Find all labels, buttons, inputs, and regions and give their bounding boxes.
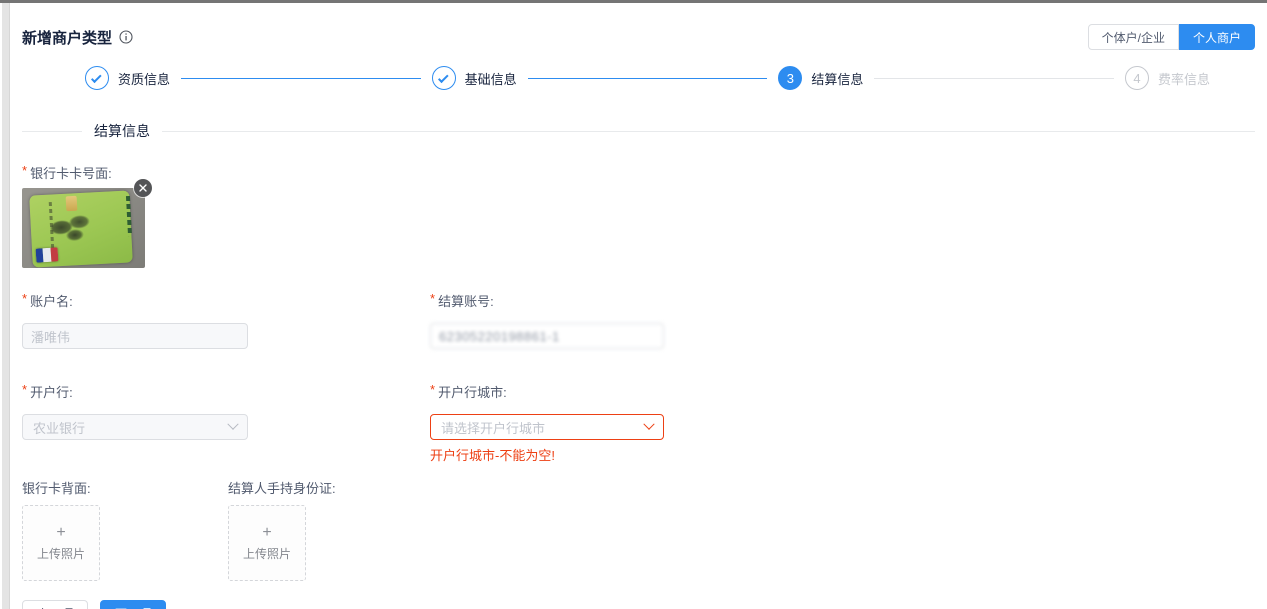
collapsed-sidebar-strip xyxy=(2,3,10,609)
field-bank: * 开户行: 农业银行 xyxy=(22,382,430,464)
account-name-label: * 账户名: xyxy=(22,291,430,310)
bank-card-back-label: 银行卡背面: xyxy=(22,478,228,497)
step-1-check-icon xyxy=(85,66,109,90)
page-header: 新增商户类型 个体户/企业 个人商户 xyxy=(22,24,1255,50)
plus-icon: + xyxy=(262,525,271,541)
next-step-button[interactable]: 下一项 xyxy=(100,600,166,609)
field-bank-card-back: 银行卡背面: + 上传照片 xyxy=(22,478,228,581)
bank-city-error-message: 开户行城市-不能为空! xyxy=(430,445,1030,464)
settler-id-photo-label: 结算人手持身份证: xyxy=(228,478,434,497)
upload-photo-label: 上传照片 xyxy=(37,545,85,562)
field-bank-city: * 开户行城市: 请选择开户行城市 开户行城市-不能为空! xyxy=(430,382,1030,464)
page-title: 新增商户类型 xyxy=(22,27,133,48)
merchant-form-page: 新增商户类型 个体户/企业 个人商户 资质信息 基础信息 xyxy=(0,0,1267,609)
settlement-account-input[interactable] xyxy=(430,323,664,349)
settlement-account-label: * 结算账号: xyxy=(430,291,1030,310)
steps-bar: 资质信息 基础信息 3 结算信息 4 费率信息 xyxy=(85,65,1210,91)
bank-city-label: * 开户行城市: xyxy=(430,382,1030,401)
bank-select: 农业银行 xyxy=(22,414,248,440)
step-connector-2 xyxy=(528,78,768,79)
toggle-personal-merchant-button[interactable]: 个人商户 xyxy=(1179,24,1255,50)
step-connector-1 xyxy=(181,78,421,79)
upload-photo-label: 上传照片 xyxy=(243,545,291,562)
step-2-label: 基础信息 xyxy=(465,69,517,88)
settler-id-photo-upload[interactable]: + 上传照片 xyxy=(228,505,306,581)
field-settlement-account: * 结算账号: xyxy=(430,291,1030,349)
field-settler-id-photo: 结算人手持身份证: + 上传照片 xyxy=(228,478,434,581)
bank-label: * 开户行: xyxy=(22,382,430,401)
info-icon[interactable] xyxy=(119,30,133,44)
unionpay-logo xyxy=(36,247,59,263)
step-settlement-info: 3 结算信息 xyxy=(778,66,1125,90)
bank-card-back-upload[interactable]: + 上传照片 xyxy=(22,505,100,581)
bank-city-placeholder: 请选择开户行城市 xyxy=(441,418,545,437)
step-1-label: 资质信息 xyxy=(118,69,170,88)
field-bank-card-front: * 银行卡卡号面: xyxy=(22,163,1255,268)
chevron-down-icon xyxy=(227,419,238,430)
step-qualification-info: 资质信息 xyxy=(85,66,432,90)
step-2-check-icon xyxy=(432,66,456,90)
step-4-number: 4 xyxy=(1125,66,1149,90)
page-title-text: 新增商户类型 xyxy=(22,27,112,48)
section-title: 结算信息 xyxy=(82,121,162,141)
previous-step-button[interactable]: 上一项 xyxy=(22,600,88,609)
step-rate-info: 4 费率信息 xyxy=(1125,66,1210,90)
bank-select-value: 农业银行 xyxy=(33,418,85,437)
bank-card-front-label: * 银行卡卡号面: xyxy=(22,163,1255,182)
required-mark: * xyxy=(22,163,27,179)
remove-image-icon[interactable] xyxy=(134,179,152,197)
bank-city-select[interactable]: 请选择开户行城市 xyxy=(430,414,664,440)
step-basic-info: 基础信息 xyxy=(432,66,779,90)
toggle-individual-enterprise-button[interactable]: 个体户/企业 xyxy=(1088,24,1179,50)
form-footer: 上一项 下一项 xyxy=(22,600,1255,609)
bank-card-photo xyxy=(22,188,145,268)
step-4-label: 费率信息 xyxy=(1158,69,1210,88)
bank-card-front-thumbnail[interactable] xyxy=(22,188,145,268)
plus-icon: + xyxy=(56,525,65,541)
account-name-input xyxy=(22,323,248,349)
step-3-label: 结算信息 xyxy=(811,69,863,88)
field-account-name: * 账户名: xyxy=(22,291,430,349)
merchant-type-toggle: 个体户/企业 个人商户 xyxy=(1088,24,1255,50)
section-divider: 结算信息 xyxy=(22,121,1255,141)
step-connector-3 xyxy=(874,78,1114,79)
chevron-down-icon xyxy=(643,419,654,430)
step-3-number: 3 xyxy=(778,66,802,90)
